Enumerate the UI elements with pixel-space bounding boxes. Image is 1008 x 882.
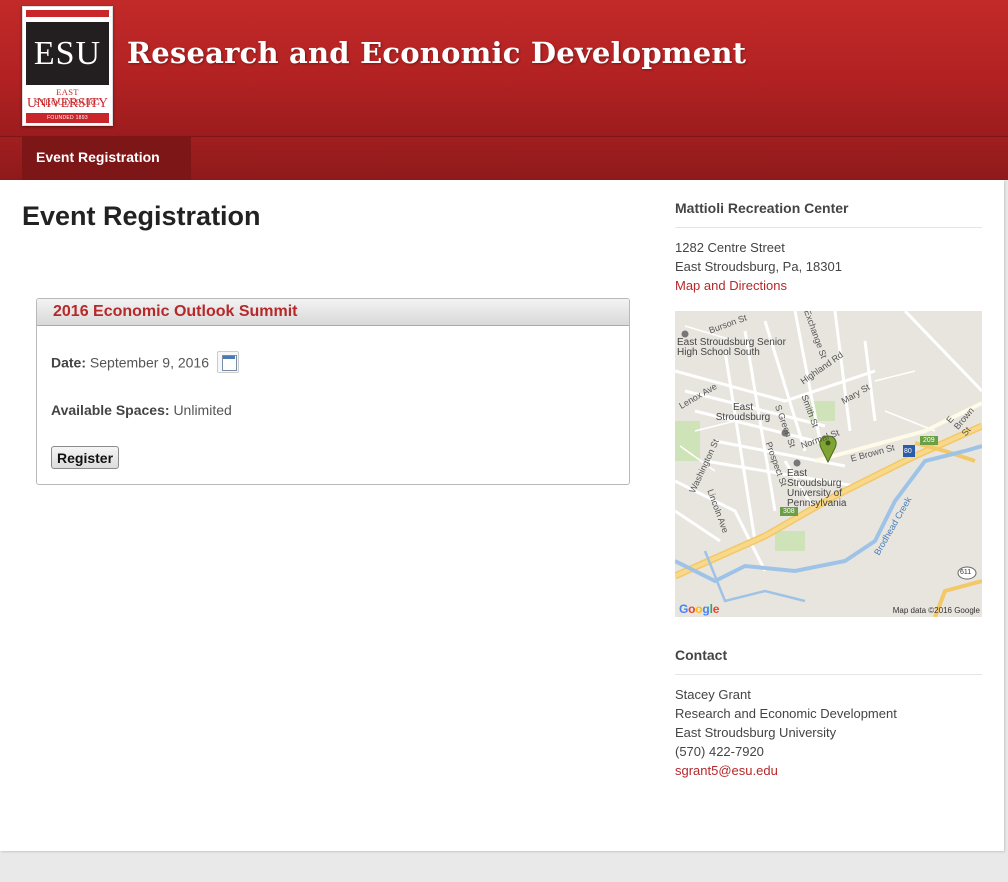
shield-80: 80 [904, 448, 912, 455]
content-panel: Event Registration 2016 Economic Outlook… [0, 180, 1004, 851]
contact-phone: (570) 422-7920 [675, 744, 764, 759]
site-title[interactable]: Research and Economic Development [127, 36, 746, 70]
contact-org: East Stroudsburg University [675, 725, 837, 740]
register-button[interactable]: Register [51, 446, 120, 469]
spaces-label: Available Spaces: [51, 402, 170, 418]
google-logo: Google [679, 602, 720, 616]
shield-611: 611 [960, 569, 972, 576]
logo-line2: UNIVERSITY [27, 95, 108, 110]
contact-divider [675, 674, 982, 675]
logo-letters: ESU [26, 22, 109, 85]
shield-209: 209 [923, 437, 935, 444]
nav-item-event-registration[interactable]: Event Registration [22, 137, 191, 180]
location-divider [675, 227, 982, 228]
contact-heading: Contact [675, 647, 728, 663]
esu-logo[interactable]: ESU EAST STROUDSBURG UNIVERSITY FOUNDED … [22, 6, 113, 126]
spaces-value: Unlimited [173, 402, 232, 418]
map-label-town: East Stroudsburg [715, 402, 771, 423]
location-heading: Mattioli Recreation Center [675, 200, 849, 216]
contact-name: Stacey Grant [675, 687, 751, 702]
event-title: 2016 Economic Outlook Summit [37, 299, 629, 326]
location-map[interactable]: Burson St East Stroudsburg Senior High S… [675, 311, 982, 617]
contact-email-link[interactable]: sgrant5@esu.edu [675, 761, 778, 780]
address-line2: East Stroudsburg, Pa, 18301 [675, 259, 842, 274]
map-directions-link[interactable]: Map and Directions [675, 276, 787, 295]
logo-top-bar [26, 10, 109, 17]
map-label-university: East Stroudsburg University of Pennsylva… [787, 468, 847, 509]
page-title: Event Registration [22, 201, 261, 231]
map-credit[interactable]: Map data ©2016 Google [893, 606, 980, 615]
event-panel: 2016 Economic Outlook Summit Date: Septe… [36, 298, 630, 485]
date-label: Date: [51, 354, 87, 371]
event-spaces-row: Available Spaces: Unlimited [51, 402, 232, 418]
event-date-row: Date: September 9, 2016 [51, 351, 239, 375]
site-header: ESU EAST STROUDSBURG UNIVERSITY FOUNDED … [0, 0, 1008, 136]
map-label-school: East Stroudsburg Senior High School Sout… [677, 337, 786, 358]
logo-founded: FOUNDED 1893 [26, 113, 109, 123]
main-nav: Event Registration [0, 136, 1008, 180]
contact-dept: Research and Economic Development [675, 706, 897, 721]
address-line1: 1282 Centre Street [675, 240, 785, 255]
calendar-icon[interactable] [216, 351, 239, 373]
date-value: September 9, 2016 [89, 354, 209, 371]
shield-308: 308 [783, 508, 795, 515]
